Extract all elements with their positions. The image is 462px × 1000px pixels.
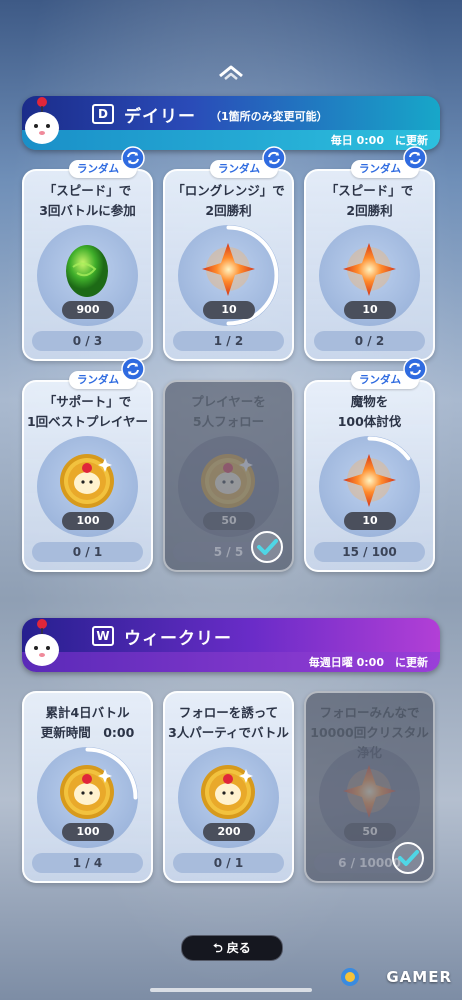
reward-amount: 10 xyxy=(203,301,255,319)
egg-reward-icon xyxy=(57,239,118,300)
collapse-up-icon[interactable] xyxy=(216,62,246,82)
reward-amount: 100 xyxy=(62,512,114,530)
gamer-logo-icon xyxy=(341,968,359,986)
refresh-icon[interactable] xyxy=(121,146,145,170)
coin-reward-icon xyxy=(198,761,259,822)
mission-progress: 0 / 1 xyxy=(173,853,284,873)
weekly-title: ウィークリー xyxy=(124,629,232,649)
completed-check-icon xyxy=(251,531,283,563)
mission-progress: 15 / 100 xyxy=(314,542,425,562)
mission-progress: 0 / 3 xyxy=(32,331,143,351)
weekly-calendar-icon: W xyxy=(92,626,114,646)
crystal-reward-icon xyxy=(198,239,259,300)
mission-description: 「スピード」で 2回勝利 xyxy=(325,183,414,218)
random-reroll-button[interactable]: ランダム xyxy=(210,146,286,178)
reward-amount: 200 xyxy=(203,823,255,841)
random-label: ランダム xyxy=(359,163,401,175)
mission-description: フォローを誘って 3人パーティでバトル xyxy=(168,705,289,740)
mission-card[interactable]: プレイヤーを 5人フォロー 50 5 / 5 xyxy=(163,380,294,572)
random-label: ランダム xyxy=(77,374,119,386)
random-label: ランダム xyxy=(359,374,401,386)
daily-title: デイリー xyxy=(124,107,196,127)
moogle-mascot-icon xyxy=(25,619,59,666)
coin-reward-icon xyxy=(57,450,118,511)
back-button[interactable]: ⮌ 戻る xyxy=(181,935,283,961)
random-label: ランダム xyxy=(77,163,119,175)
mission-card[interactable]: 「スピード」で 3回バトルに参加 900 0 / 3 ランダム xyxy=(22,146,153,361)
random-reroll-button[interactable]: ランダム xyxy=(351,146,427,178)
refresh-icon[interactable] xyxy=(403,357,427,381)
mission-card[interactable]: フォローみんなで 10000回クリスタル浄化 50 6 / 10000 xyxy=(304,691,435,883)
random-reroll-button[interactable]: ランダム xyxy=(351,357,427,389)
reward-amount: 10 xyxy=(344,512,396,530)
watermark: GAMER xyxy=(386,968,452,986)
refresh-icon[interactable] xyxy=(121,357,145,381)
mission-description: プレイヤーを 5人フォロー xyxy=(191,394,266,429)
return-arrow-icon: ⮌ xyxy=(213,941,223,955)
back-button-label: 戻る xyxy=(226,941,251,955)
reward-amount: 900 xyxy=(62,301,114,319)
mission-description: 「ロングレンジ」で 2回勝利 xyxy=(172,183,285,218)
reward-amount: 50 xyxy=(203,512,255,530)
daily-calendar-icon: D xyxy=(92,104,114,124)
mission-description: 累計4日バトル 更新時間 0:00 xyxy=(40,705,135,740)
weekly-reset-note: 毎週日曜 0:00 に更新 xyxy=(308,656,428,669)
mission-card[interactable]: 魔物を 100体討伐 10 15 / 100 ランダム xyxy=(304,357,435,572)
daily-subtitle: （1箇所のみ変更可能） xyxy=(210,110,328,123)
crystal-reward-icon xyxy=(339,239,400,300)
mission-progress: 1 / 4 xyxy=(32,853,143,873)
random-reroll-button[interactable]: ランダム xyxy=(69,146,145,178)
mission-progress: 0 / 1 xyxy=(32,542,143,562)
coin-reward-icon xyxy=(198,450,259,511)
mission-card[interactable]: 「スピード」で 2回勝利 10 0 / 2 ランダム xyxy=(304,146,435,361)
mission-description: 「スピード」で 3回バトルに参加 xyxy=(39,183,136,218)
mission-progress: 1 / 2 xyxy=(173,331,284,351)
weekly-section-header: W ウィークリー 毎週日曜 0:00 に更新 xyxy=(22,618,440,672)
mission-description: 「サポート」で 1回ベストプレイヤー xyxy=(26,394,149,429)
reward-amount: 100 xyxy=(62,823,114,841)
daily-section-header: D デイリー （1箇所のみ変更可能） 毎日 0:00 に更新 xyxy=(22,96,440,150)
refresh-icon[interactable] xyxy=(262,146,286,170)
reward-amount: 50 xyxy=(344,823,396,841)
crystal-reward-icon xyxy=(339,761,400,822)
crystal-reward-icon xyxy=(339,450,400,511)
mission-description: 魔物を 100体討伐 xyxy=(337,394,402,429)
mission-progress: 0 / 2 xyxy=(314,331,425,351)
moogle-mascot-icon xyxy=(25,97,59,144)
mission-card[interactable]: フォローを誘って 3人パーティでバトル 200 0 / 1 xyxy=(163,691,294,883)
reward-amount: 10 xyxy=(344,301,396,319)
mission-card[interactable]: 「ロングレンジ」で 2回勝利 10 1 / 2 ランダム xyxy=(163,146,294,361)
random-label: ランダム xyxy=(218,163,260,175)
completed-check-icon xyxy=(392,842,424,874)
home-indicator xyxy=(150,988,312,992)
mission-card[interactable]: 累計4日バトル 更新時間 0:00 100 1 / 4 xyxy=(22,691,153,883)
mission-card[interactable]: 「サポート」で 1回ベストプレイヤー 100 0 / 1 ランダム xyxy=(22,357,153,572)
random-reroll-button[interactable]: ランダム xyxy=(69,357,145,389)
refresh-icon[interactable] xyxy=(403,146,427,170)
coin-reward-icon xyxy=(57,761,118,822)
